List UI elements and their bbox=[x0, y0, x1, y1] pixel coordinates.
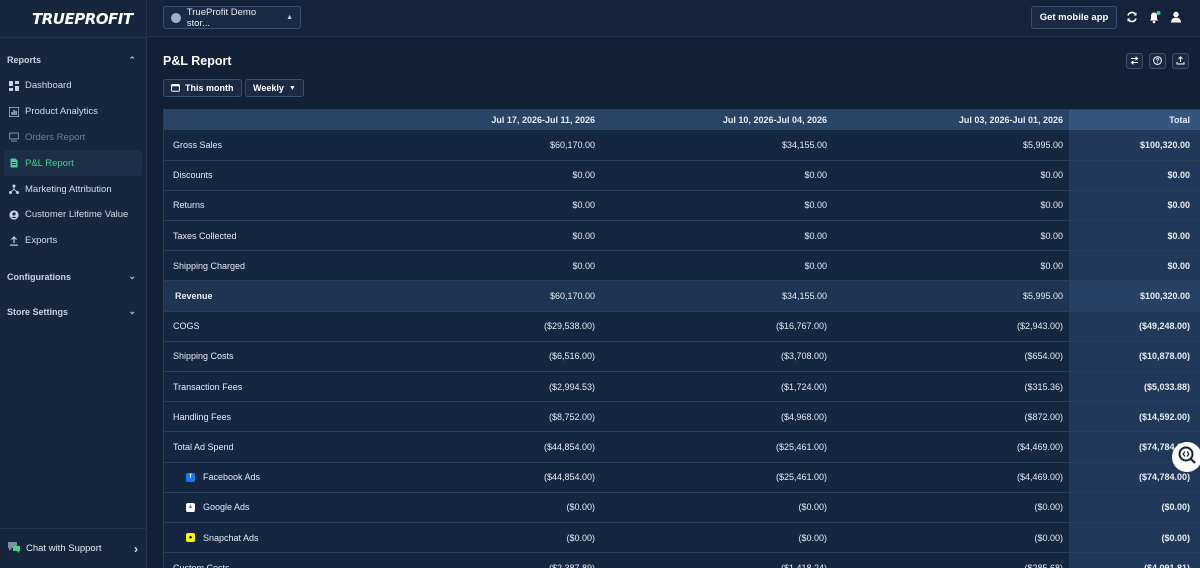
question-icon bbox=[1153, 52, 1162, 70]
sidebar-item-pl-report[interactable]: P&L Report bbox=[4, 150, 142, 177]
refresh-icon[interactable] bbox=[1125, 10, 1139, 24]
magnifier-icon bbox=[1177, 445, 1197, 470]
facebook-icon: f bbox=[186, 472, 195, 482]
upload-icon bbox=[1176, 52, 1185, 70]
upload-icon bbox=[9, 235, 19, 246]
dashboard-icon bbox=[9, 80, 19, 91]
sidebar: TRUEPROFIT Reports ⌃ Dashboard Product A… bbox=[0, 0, 147, 568]
sidebar-item-orders-report[interactable]: Orders Report bbox=[4, 125, 142, 151]
header-label bbox=[164, 110, 369, 130]
user-circle-icon bbox=[9, 210, 19, 220]
top-bar: TrueProfit Demo stor... ▲ Get mobile app bbox=[148, 0, 1200, 37]
granularity-select[interactable]: Weekly ▼ bbox=[245, 79, 304, 97]
table-row: COGS ($29,538.00) ($16,767.00) ($2,943.0… bbox=[164, 311, 1200, 342]
date-range-button[interactable]: This month bbox=[163, 79, 242, 97]
table-row: Total Ad Spend ($44,854.00) ($25,461.00)… bbox=[164, 431, 1200, 463]
revenue-row: Revenue $60,170.00 $34,155.00 $5,995.00 … bbox=[164, 280, 1200, 312]
calendar-icon bbox=[171, 83, 180, 94]
table-row: Taxes Collected $0.00 $0.00 $0.00 $0.00 bbox=[164, 220, 1200, 252]
header-total: Total bbox=[1069, 110, 1200, 130]
document-icon bbox=[9, 158, 19, 168]
table-row-sub: ▲ Google Ads ($0.00) ($0.00) ($0.00) ($0… bbox=[164, 492, 1200, 523]
swap-arrows-icon bbox=[1130, 52, 1139, 70]
app-logo[interactable]: TRUEPROFIT bbox=[0, 0, 146, 37]
table-row: Discounts $0.00 $0.00 $0.00 $0.00 bbox=[164, 160, 1200, 191]
table-row-sub: ● Snapchat Ads ($0.00) ($0.00) ($0.00) (… bbox=[164, 522, 1200, 554]
bar-chart-icon bbox=[9, 106, 19, 117]
table-row: Returns $0.00 $0.00 $0.00 $0.00 bbox=[164, 190, 1200, 222]
chat-bubble-icon bbox=[7, 541, 21, 557]
sidebar-item-dashboard[interactable]: Dashboard bbox=[4, 73, 142, 99]
table-row: Handling Fees ($8,752.00) ($4,968.00) ($… bbox=[164, 401, 1200, 433]
sidebar-section-store-settings[interactable]: Store Settings ⌄ bbox=[0, 301, 146, 323]
table-row: Shipping Charged $0.00 $0.00 $0.00 $0.00 bbox=[164, 250, 1200, 282]
chevron-right-icon: › bbox=[134, 541, 138, 556]
get-mobile-app-button[interactable]: Get mobile app bbox=[1031, 6, 1117, 29]
sidebar-section-configurations[interactable]: Configurations ⌄ bbox=[0, 266, 146, 288]
table-header-row: Jul 17, 2026-Jul 11, 2026 Jul 10, 2026-J… bbox=[164, 110, 1200, 130]
chat-support-button[interactable]: Chat with Support › bbox=[0, 528, 147, 568]
table-row: Custom Costs ($2,387.89) ($1,418.24) ($2… bbox=[164, 552, 1200, 568]
monitor-icon bbox=[9, 132, 19, 143]
export-button[interactable] bbox=[1172, 53, 1189, 69]
pl-table: Jul 17, 2026-Jul 11, 2026 Jul 10, 2026-J… bbox=[163, 109, 1200, 568]
user-icon[interactable] bbox=[1169, 10, 1183, 24]
network-icon bbox=[9, 184, 19, 195]
sidebar-item-customer-lifetime-value[interactable]: Customer Lifetime Value bbox=[4, 202, 142, 228]
page-title: P&L Report bbox=[163, 54, 232, 68]
table-row: Gross Sales $60,170.00 $34,155.00 $5,995… bbox=[164, 130, 1200, 161]
google-ads-icon: ▲ bbox=[186, 502, 195, 512]
sidebar-section-reports[interactable]: Reports ⌃ bbox=[0, 49, 146, 71]
sidebar-item-marketing-attribution[interactable]: Marketing Attribution bbox=[4, 176, 142, 202]
header-period-2: Jul 10, 2026-Jul 04, 2026 bbox=[601, 110, 833, 130]
main-content: P&L Report This month Weekly ▼ Jul 17, 2… bbox=[148, 37, 1200, 568]
compare-button[interactable] bbox=[1126, 53, 1143, 69]
header-period-3: Jul 03, 2026-Jul 01, 2026 bbox=[833, 110, 1069, 130]
sidebar-item-exports[interactable]: Exports bbox=[4, 228, 142, 254]
snapchat-icon: ● bbox=[186, 533, 195, 543]
chevron-up-icon: ⌃ bbox=[128, 54, 136, 65]
store-globe-icon bbox=[171, 12, 181, 23]
zoom-widget-button[interactable] bbox=[1172, 442, 1200, 472]
caret-down-icon: ▼ bbox=[288, 84, 296, 92]
bell-icon[interactable] bbox=[1147, 10, 1161, 24]
table-row: Transaction Fees ($2,994.53) ($1,724.00)… bbox=[164, 371, 1200, 403]
table-row: Shipping Costs ($6,516.00) ($3,708.00) (… bbox=[164, 341, 1200, 373]
sort-arrows-icon: ▲ bbox=[286, 14, 293, 21]
table-row-sub: f Facebook Ads ($44,854.00) ($25,461.00)… bbox=[164, 462, 1200, 493]
store-selector[interactable]: TrueProfit Demo stor... ▲ bbox=[163, 6, 301, 29]
sidebar-item-product-analytics[interactable]: Product Analytics bbox=[4, 99, 142, 125]
chevron-down-icon: ⌄ bbox=[128, 306, 136, 317]
chevron-down-icon: ⌄ bbox=[128, 271, 136, 282]
help-button[interactable] bbox=[1149, 53, 1166, 69]
header-period-1: Jul 17, 2026-Jul 11, 2026 bbox=[369, 110, 601, 130]
